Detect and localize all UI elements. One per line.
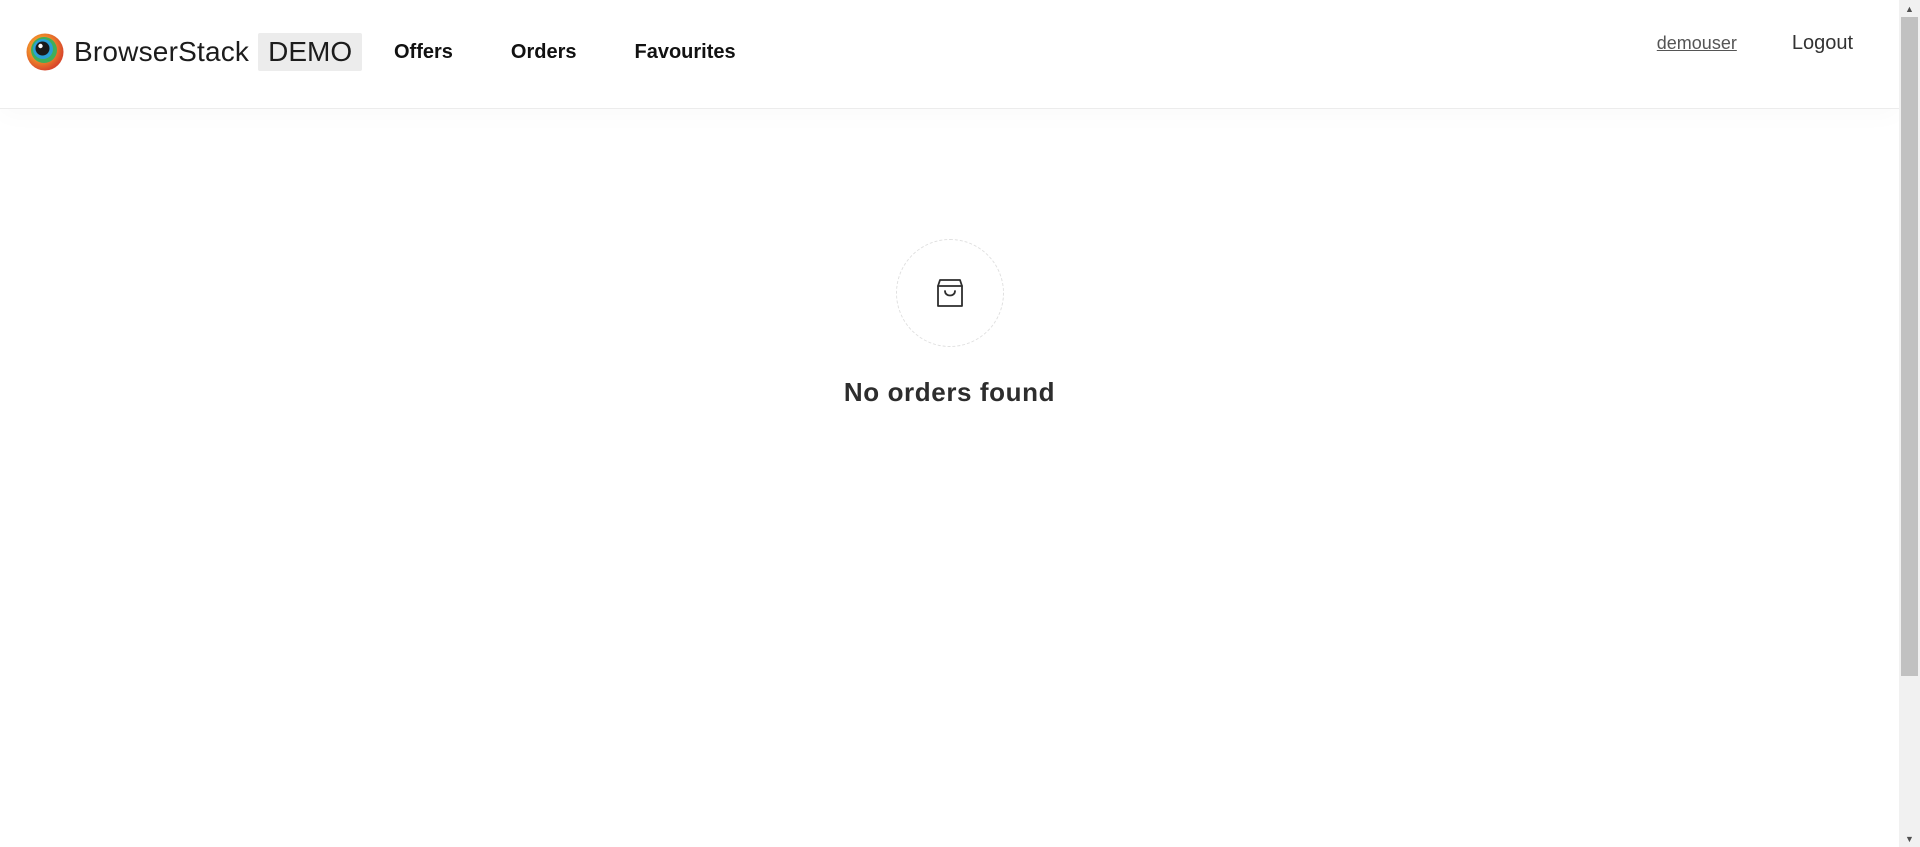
main-nav: Offers Orders Favourites: [394, 41, 794, 64]
browserstack-logo-icon: [26, 33, 64, 71]
scroll-down-arrow-icon[interactable]: ▼: [1899, 830, 1920, 847]
empty-icon-container: [895, 239, 1004, 347]
nav-link-favourites[interactable]: Favourites: [635, 41, 736, 64]
logout-button[interactable]: Logout: [1792, 32, 1853, 55]
nav-link-orders[interactable]: Orders: [511, 41, 577, 64]
user-menu: demouser Logout: [1657, 32, 1853, 55]
brand-home-link[interactable]: BrowserStack DEMO: [26, 32, 363, 72]
scrollbar-thumb[interactable]: [1901, 17, 1918, 676]
username-link[interactable]: demouser: [1657, 33, 1737, 54]
navbar: BrowserStack DEMO Offers Orders Favourit…: [0, 0, 1899, 109]
brand-name: BrowserStack: [74, 36, 250, 67]
page: BrowserStack DEMO Offers Orders Favourit…: [0, 0, 1899, 847]
scroll-up-arrow-icon[interactable]: ▲: [1899, 0, 1920, 17]
brand-demo-tag: DEMO: [258, 33, 363, 71]
empty-state-title: No orders found: [843, 377, 1056, 407]
shopping-bag-icon: [936, 279, 963, 307]
vertical-scrollbar[interactable]: ▲ ▼: [1899, 0, 1920, 847]
nav-link-offers[interactable]: Offers: [394, 41, 453, 64]
empty-orders-state: No orders found: [0, 239, 1899, 430]
